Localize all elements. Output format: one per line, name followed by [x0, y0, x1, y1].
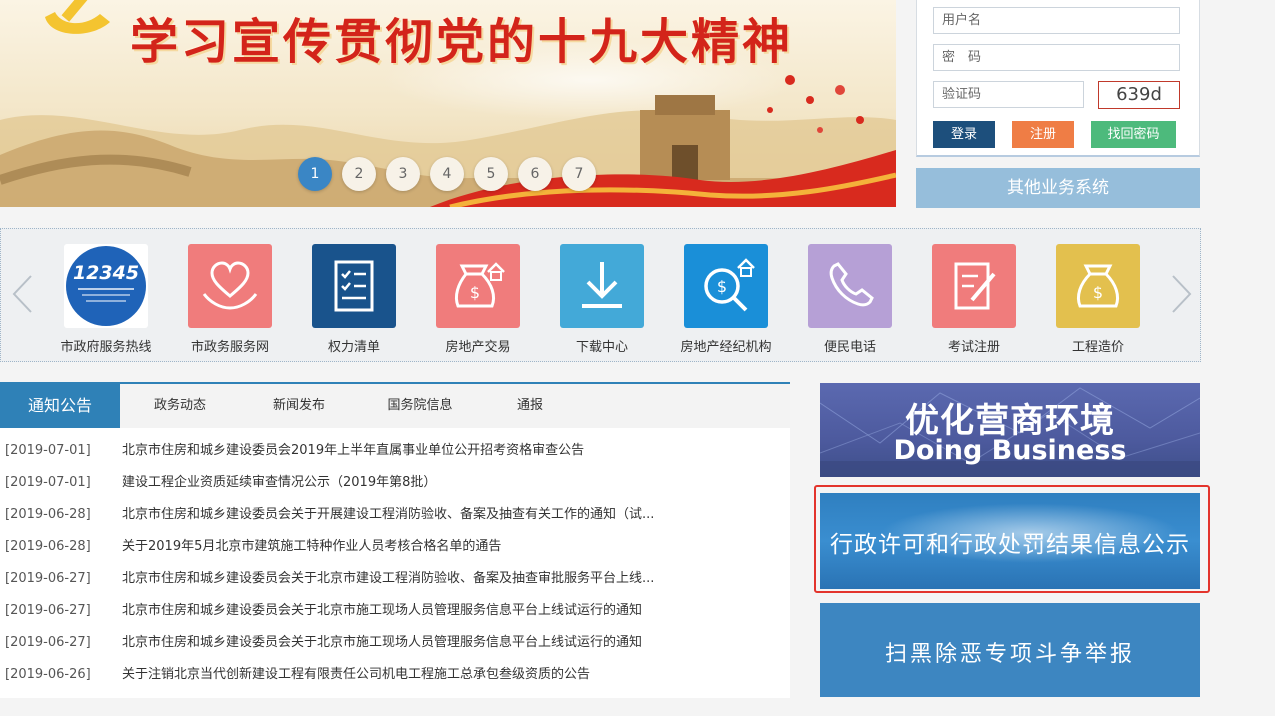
carousel-page-6[interactable]: 6	[518, 157, 552, 191]
news-item[interactable]: [2019-06-26] 关于注销北京当代创新建设工程有限责任公司机电工程施工总…	[0, 659, 790, 691]
download-icon	[560, 244, 644, 328]
news-title[interactable]: 关于注销北京当代创新建设工程有限责任公司机电工程施工总承包叁级资质的公告	[122, 659, 702, 691]
service-gov-portal[interactable]: 市政务服务网	[168, 244, 292, 355]
service-label: 便民电话	[823, 340, 876, 355]
license-penalty-title: 行政许可和行政处罚结果信息公示	[830, 532, 1190, 558]
phone-icon	[808, 244, 892, 328]
money-bag-icon: $	[1056, 244, 1140, 328]
news-item[interactable]: [2019-06-28] 关于2019年5月北京市建筑施工特种作业人员考核合格名…	[0, 531, 790, 563]
news-title[interactable]: 北京市住房和城乡建设委员会关于开展建设工程消防验收、备案及抽查有关工作的通知（试…	[122, 499, 702, 531]
svg-text:$: $	[717, 277, 727, 296]
carousel-page-4[interactable]: 4	[430, 157, 464, 191]
news-item[interactable]: [2019-06-27] 北京市住房和城乡建设委员会关于北京市建设工程消防验收、…	[0, 563, 790, 595]
service-real-estate-trade[interactable]: $ 房地产交易	[416, 244, 540, 355]
service-label: 市政务服务网	[190, 340, 269, 355]
news-title[interactable]: 北京市住房和城乡建设委员会关于北京市建设工程消防验收、备案及抽查审批服务平台上线…	[122, 563, 702, 595]
checklist-icon	[312, 244, 396, 328]
news-date: [2019-06-27]	[5, 603, 91, 618]
service-public-phone[interactable]: 便民电话	[788, 244, 912, 355]
carousel-page-2[interactable]: 2	[342, 157, 376, 191]
tab-notices[interactable]: 通知公告	[0, 384, 120, 428]
money-bag-house-icon: $	[436, 244, 520, 328]
license-penalty-banner[interactable]: 行政许可和行政处罚结果信息公示	[820, 493, 1200, 589]
news-panel: 通知公告 政务动态 新闻发布 国务院信息 通报 [2019-07-01] 北京市…	[0, 382, 790, 698]
news-title[interactable]: 建设工程企业资质延续审查情况公示（2019年第8批）	[122, 467, 702, 499]
service-label: 房地产交易	[445, 340, 511, 355]
banner-carousel[interactable]: 学习宣传贯彻党的十九大精神 1 2 3 4 5 6 7	[0, 0, 896, 207]
banner-title: 学习宣传贯彻党的十九大精神	[130, 14, 794, 70]
news-date: [2019-06-27]	[5, 571, 91, 586]
register-button[interactable]: 注册	[1012, 121, 1074, 148]
recover-password-button[interactable]: 找回密码	[1091, 121, 1176, 148]
news-title[interactable]: 关于2019年5月北京市建筑施工特种作业人员考核合格名单的通告	[122, 531, 702, 563]
news-date: [2019-06-28]	[5, 507, 91, 522]
carousel-page-1[interactable]: 1	[298, 157, 332, 191]
other-systems-button[interactable]: 其他业务系统	[916, 168, 1200, 208]
carousel-page-3[interactable]: 3	[386, 157, 420, 191]
carousel-page-5[interactable]: 5	[474, 157, 508, 191]
party-emblem-icon	[45, 0, 110, 34]
service-power-list[interactable]: 权力清单	[292, 244, 416, 355]
exam-edit-icon	[932, 244, 1016, 328]
svg-text:$: $	[470, 283, 480, 302]
service-label: 考试注册	[947, 340, 1000, 355]
heart-hand-icon	[188, 244, 272, 328]
service-hotline[interactable]: 12345 市政府服务热线	[44, 244, 168, 355]
service-shortcuts: 12345 市政府服务热线 市政务服务网 权力清单 $ 房地产交易 下载中心 $…	[0, 228, 1201, 362]
service-brokerage[interactable]: $ 房地产经纪机构	[664, 244, 788, 355]
doing-business-banner[interactable]: 优化营商环境 Doing Business	[820, 383, 1200, 477]
anti-crime-title: 扫黑除恶专项斗争举报	[884, 642, 1135, 667]
carousel-page-7[interactable]: 7	[562, 157, 596, 191]
service-label: 房地产经纪机构	[680, 340, 772, 355]
hotline-number: 12345	[73, 262, 139, 284]
tab-bulletin[interactable]: 通报	[490, 384, 570, 428]
tab-state-council[interactable]: 国务院信息	[370, 384, 470, 428]
news-title[interactable]: 北京市住房和城乡建设委员会关于北京市施工现场人员管理服务信息平台上线试运行的通知	[122, 627, 702, 659]
service-download-center[interactable]: 下载中心	[540, 244, 664, 355]
doing-business-en: Doing Business	[893, 435, 1127, 466]
news-date: [2019-06-27]	[5, 635, 91, 650]
service-engineering-cost[interactable]: $ 工程造价	[1036, 244, 1160, 355]
chevron-right-icon[interactable]	[1171, 274, 1193, 314]
login-button[interactable]: 登录	[933, 121, 995, 148]
service-label: 工程造价	[1071, 340, 1124, 355]
news-date: [2019-07-01]	[5, 443, 91, 458]
username-field[interactable]: 用户名	[933, 7, 1180, 34]
news-title[interactable]: 北京市住房和城乡建设委员会2019年上半年直属事业单位公开招考资格审查公告	[122, 435, 702, 467]
tab-gov-news[interactable]: 政务动态	[130, 384, 230, 428]
hotline-12345-icon: 12345	[64, 244, 148, 328]
news-item[interactable]: [2019-06-27] 北京市住房和城乡建设委员会关于北京市施工现场人员管理服…	[0, 595, 790, 627]
service-label: 权力清单	[327, 340, 380, 355]
news-item[interactable]: [2019-07-01] 北京市住房和城乡建设委员会2019年上半年直属事业单位…	[0, 435, 790, 467]
news-item[interactable]: [2019-06-28] 北京市住房和城乡建设委员会关于开展建设工程消防验收、备…	[0, 499, 790, 531]
news-date: [2019-06-26]	[5, 667, 91, 682]
password-field[interactable]: 密 码	[933, 44, 1180, 71]
service-label: 市政府服务热线	[60, 340, 152, 355]
service-label: 下载中心	[575, 340, 628, 355]
news-date: [2019-07-01]	[5, 475, 91, 490]
news-item[interactable]: [2019-06-27] 北京市住房和城乡建设委员会关于北京市施工现场人员管理服…	[0, 627, 790, 659]
tab-press-release[interactable]: 新闻发布	[249, 384, 349, 428]
chevron-left-icon[interactable]	[11, 274, 33, 314]
news-date: [2019-06-28]	[5, 539, 91, 554]
captcha-field[interactable]: 验证码	[933, 81, 1084, 108]
search-money-icon: $	[684, 244, 768, 328]
news-tabs: 通知公告 政务动态 新闻发布 国务院信息 通报	[0, 384, 790, 428]
svg-text:$: $	[1093, 283, 1103, 302]
login-panel: 用户名 密 码 验证码 639d 登录 注册 找回密码	[916, 0, 1200, 157]
anti-crime-report-banner[interactable]: 扫黑除恶专项斗争举报	[820, 603, 1200, 697]
news-item[interactable]: [2019-07-01] 建设工程企业资质延续审查情况公示（2019年第8批）	[0, 467, 790, 499]
captcha-image[interactable]: 639d	[1098, 81, 1180, 109]
news-title[interactable]: 北京市住房和城乡建设委员会关于北京市施工现场人员管理服务信息平台上线试运行的通知	[122, 595, 702, 627]
service-exam-register[interactable]: 考试注册	[912, 244, 1036, 355]
